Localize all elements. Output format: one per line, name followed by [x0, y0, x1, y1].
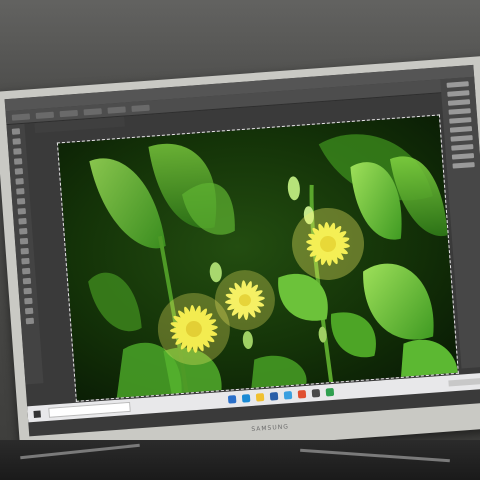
pen-tool-icon[interactable]: [21, 267, 31, 275]
type-tool-icon[interactable]: [22, 277, 32, 285]
app-icon[interactable]: [311, 388, 321, 398]
dodge-tool-icon[interactable]: [21, 257, 30, 265]
move-tool-icon[interactable]: [11, 128, 21, 135]
crop-tool-icon[interactable]: [14, 168, 24, 175]
hand-tool-icon[interactable]: [24, 307, 34, 315]
taskbar-icons: [227, 387, 335, 404]
option-control[interactable]: [11, 112, 31, 121]
photo-scene: SAMSUNG: [0, 0, 480, 480]
app-icon[interactable]: [325, 387, 335, 397]
panel-button[interactable]: [451, 144, 474, 151]
stamp-tool-icon[interactable]: [17, 207, 27, 215]
cable: [20, 443, 140, 460]
file-explorer-icon[interactable]: [255, 393, 265, 402]
panel-button[interactable]: [446, 81, 469, 88]
panel-button[interactable]: [449, 126, 473, 133]
option-control[interactable]: [35, 111, 55, 119]
monitor-brand-logo: SAMSUNG: [251, 423, 290, 434]
desk-surface: [0, 440, 480, 480]
windows-start-icon[interactable]: [33, 409, 41, 418]
option-control[interactable]: [107, 105, 126, 114]
shape-tool-icon[interactable]: [24, 297, 33, 305]
healing-tool-icon[interactable]: [16, 188, 25, 195]
flower-photo: [57, 115, 458, 401]
history-brush-tool-icon[interactable]: [18, 217, 27, 225]
tools-panel: [6, 123, 44, 385]
monitor-bezel: SAMSUNG: [0, 55, 480, 464]
app-icon[interactable]: [297, 389, 307, 399]
panel-button[interactable]: [450, 135, 473, 142]
gradient-tool-icon[interactable]: [19, 237, 29, 245]
option-control[interactable]: [59, 109, 78, 117]
panel-button[interactable]: [452, 162, 475, 169]
edge-browser-icon[interactable]: [241, 394, 251, 403]
blur-tool-icon[interactable]: [20, 247, 29, 255]
task-view-icon[interactable]: [227, 395, 237, 404]
path-select-tool-icon[interactable]: [23, 287, 32, 295]
marquee-tool-icon[interactable]: [12, 138, 21, 145]
panel-button[interactable]: [451, 153, 475, 160]
system-tray[interactable]: [448, 377, 480, 387]
taskbar-search-input[interactable]: [48, 401, 131, 418]
cable: [300, 448, 450, 463]
panel-button[interactable]: [447, 90, 470, 97]
app-icon[interactable]: [283, 391, 293, 400]
monitor-screen: [4, 64, 480, 437]
eyedropper-tool-icon[interactable]: [15, 178, 24, 185]
panel-button[interactable]: [449, 117, 472, 124]
image-canvas[interactable]: [56, 114, 459, 402]
quick-select-tool-icon[interactable]: [13, 158, 23, 165]
zoom-tool-icon[interactable]: [25, 317, 35, 325]
eraser-tool-icon[interactable]: [19, 227, 28, 235]
option-control[interactable]: [131, 104, 150, 112]
panel-button[interactable]: [448, 108, 471, 115]
brush-tool-icon[interactable]: [16, 198, 26, 205]
photoshop-icon[interactable]: [269, 392, 279, 401]
option-control[interactable]: [83, 107, 102, 115]
panel-button[interactable]: [447, 99, 471, 106]
lasso-tool-icon[interactable]: [13, 148, 22, 155]
